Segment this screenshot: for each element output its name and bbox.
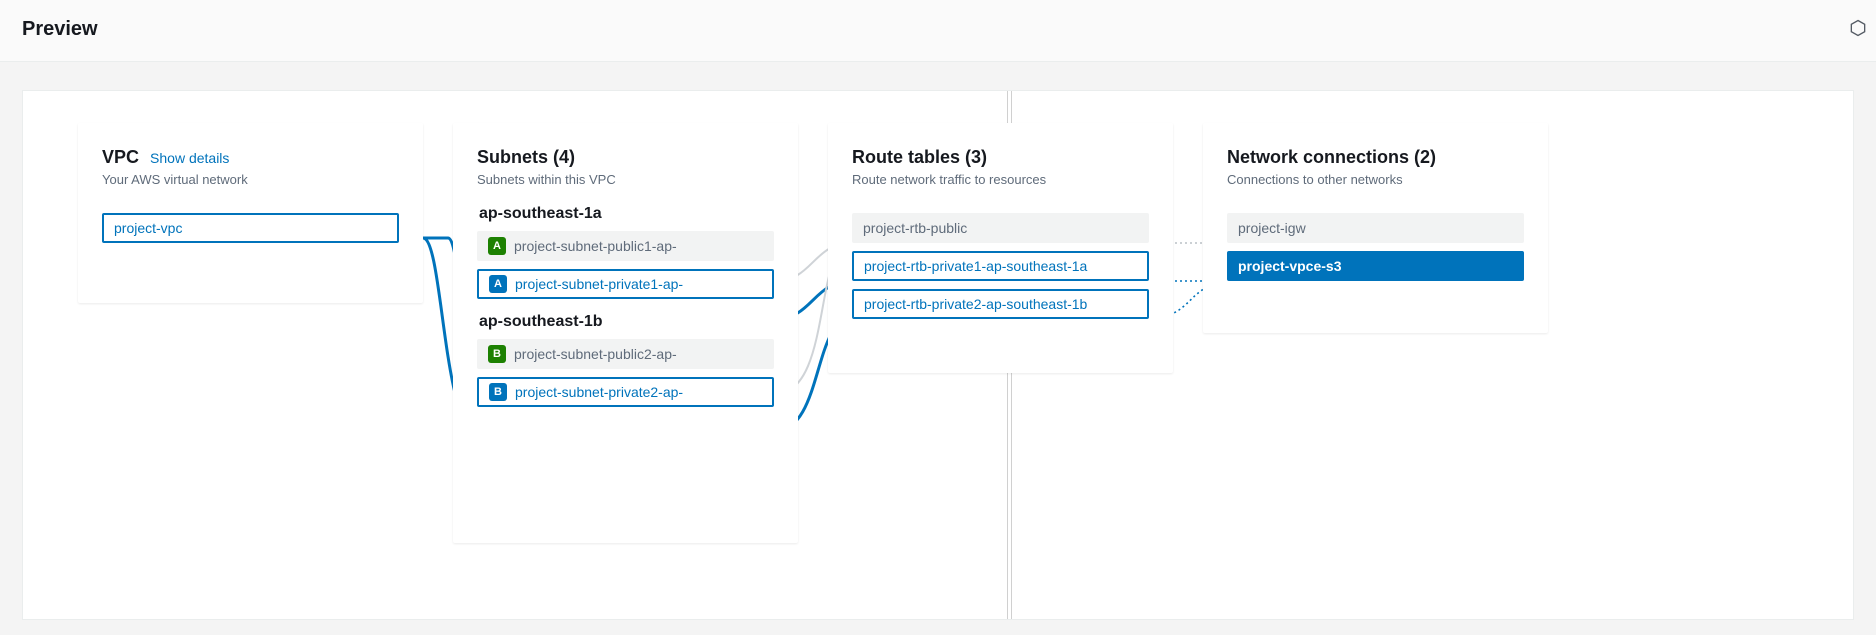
network-connections-caption: Connections to other networks bbox=[1227, 172, 1524, 187]
vpc-node[interactable]: project-vpc bbox=[102, 213, 399, 243]
subnet-node[interactable]: B project-subnet-private2-ap- bbox=[477, 377, 774, 407]
route-tables-caption: Route network traffic to resources bbox=[852, 172, 1149, 187]
network-connections-heading: Network connections (2) bbox=[1227, 147, 1524, 168]
subnet-node[interactable]: B project-subnet-public2-ap- bbox=[477, 339, 774, 369]
subnets-heading: Subnets (4) bbox=[477, 147, 774, 168]
network-connections-panel: Network connections (2) Connections to o… bbox=[1203, 123, 1548, 333]
page-title: Preview bbox=[0, 0, 1876, 62]
az-badge-icon: A bbox=[489, 275, 507, 293]
route-table-node[interactable]: project-rtb-private1-ap-southeast-1a bbox=[852, 251, 1149, 281]
az-label: ap-southeast-1a bbox=[479, 205, 774, 223]
route-tables-heading: Route tables (3) bbox=[852, 147, 1149, 168]
subnet-node[interactable]: A project-subnet-public1-ap- bbox=[477, 231, 774, 261]
az-badge-icon: A bbox=[488, 237, 506, 255]
subnets-panel: Subnets (4) Subnets within this VPC ap-s… bbox=[453, 123, 798, 543]
az-badge-icon: B bbox=[489, 383, 507, 401]
route-table-node[interactable]: project-rtb-private2-ap-southeast-1b bbox=[852, 289, 1149, 319]
az-badge-icon: B bbox=[488, 345, 506, 363]
vpc-heading: VPC Show details bbox=[102, 147, 399, 168]
route-tables-panel: Route tables (3) Route network traffic t… bbox=[828, 123, 1173, 373]
show-details-link[interactable]: Show details bbox=[150, 150, 229, 166]
az-label: ap-southeast-1b bbox=[479, 313, 774, 331]
vpc-panel: VPC Show details Your AWS virtual networ… bbox=[78, 123, 423, 303]
network-connection-node[interactable]: project-igw bbox=[1227, 213, 1524, 243]
subnets-caption: Subnets within this VPC bbox=[477, 172, 774, 187]
route-table-node[interactable]: project-rtb-public bbox=[852, 213, 1149, 243]
subnet-node[interactable]: A project-subnet-private1-ap- bbox=[477, 269, 774, 299]
settings-outline-icon[interactable] bbox=[1848, 18, 1868, 38]
resource-map-canvas: VPC Show details Your AWS virtual networ… bbox=[22, 90, 1854, 620]
network-connection-node[interactable]: project-vpce-s3 bbox=[1227, 251, 1524, 281]
vpc-caption: Your AWS virtual network bbox=[102, 172, 399, 187]
